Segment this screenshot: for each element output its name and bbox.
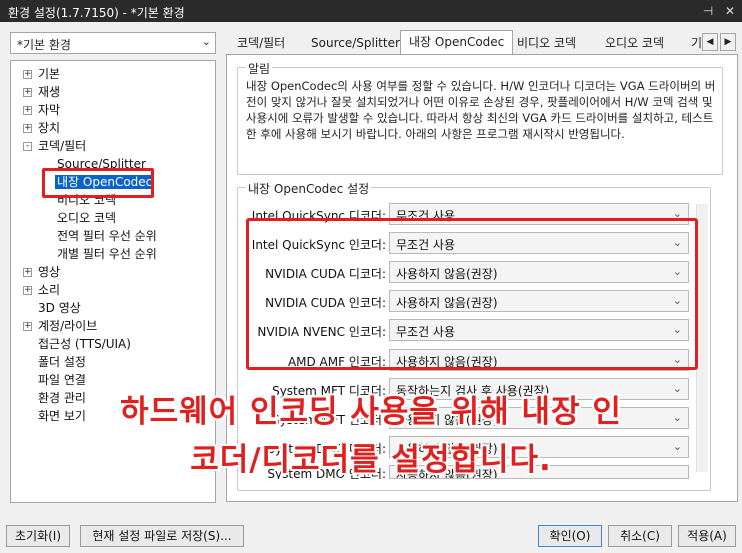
tree-item-video[interactable]: + 영상 (23, 263, 60, 281)
expand-icon[interactable]: + (23, 268, 32, 277)
caption-line-1: 하드웨어 인코딩 사용을 위해 내장 인 (120, 394, 622, 430)
expand-icon[interactable]: + (23, 106, 32, 115)
notice-group: 알림 내장 OpenCodec의 사용 여부를 정할 수 있습니다. H/W 인… (237, 60, 723, 175)
codec-settings-title: 내장 OpenCodec 설정 (246, 180, 372, 197)
title-bar: 환경 설정(1.7.7150) - *기본 환경 ⊣ ✕ (0, 0, 742, 22)
cancel-button[interactable]: 취소(C) (608, 525, 672, 547)
apply-button[interactable]: 적용(A) (678, 525, 736, 547)
tab-video-codec[interactable]: 비디오 코덱 (508, 33, 585, 54)
tree-item-codec-filter[interactable]: - 코덱/필터 (23, 137, 86, 155)
notice-title: 알림 (246, 60, 273, 77)
tab-codec-filter[interactable]: 코덱/필터 (228, 33, 294, 54)
tree-item-playback[interactable]: + 재생 (23, 83, 60, 101)
codec-rows-highlight (246, 218, 698, 370)
tab-scroll-right-icon[interactable]: ▶ (720, 33, 736, 51)
expand-icon[interactable]: + (23, 286, 32, 295)
tree-item-individual-filter-priority[interactable]: 개별 필터 우선 순위 (57, 245, 157, 263)
tree-item-folder-settings[interactable]: 폴더 설정 (38, 353, 86, 371)
reset-button[interactable]: 초기화(I) (6, 525, 70, 547)
tree-item-sound[interactable]: + 소리 (23, 281, 60, 299)
save-to-file-button[interactable]: 현재 설정 파일로 저장(S)... (80, 525, 244, 547)
tab-scroll-left-icon[interactable]: ◀ (702, 33, 718, 51)
tab-opencodec[interactable]: 내장 OpenCodec (400, 30, 514, 55)
expand-icon[interactable]: + (23, 124, 32, 133)
pin-icon[interactable]: ⊣ (700, 3, 716, 19)
profile-selected: *기본 환경 (17, 38, 71, 52)
caption-line-2: 코더/디코더를 설정합니다. (190, 442, 552, 478)
tab-strip: 코덱/필터 Source/Splitter 내장 OpenCodec 비디오 코… (226, 30, 740, 55)
chevron-down-icon: ⌄ (201, 35, 211, 48)
tree-selection-highlight (42, 168, 154, 198)
tree-item-global-filter-priority[interactable]: 전역 필터 우선 순위 (57, 227, 157, 245)
tree-item-account-live[interactable]: + 계정/라이브 (23, 317, 97, 335)
tree-item-3d-video[interactable]: 3D 영상 (38, 299, 81, 317)
tree-item-devices[interactable]: + 장치 (23, 119, 60, 137)
close-icon[interactable]: ✕ (722, 3, 738, 19)
expand-icon[interactable]: + (23, 88, 32, 97)
ok-button[interactable]: 확인(O) (538, 525, 602, 547)
collapse-icon[interactable]: - (23, 142, 32, 151)
settings-window: *기본 환경 ⌄ + 기본 + 재생 + 자막 + 장치 - 코덱/필터 Source/S… (0, 22, 742, 553)
notice-text: 내장 OpenCodec의 사용 여부를 정할 수 있습니다. H/W 인코더나… (246, 79, 716, 141)
tree-item-audio-codec[interactable]: 오디오 코덱 (57, 209, 116, 227)
tree-item-basic[interactable]: + 기본 (23, 65, 60, 83)
profile-dropdown[interactable]: *기본 환경 ⌄ (10, 32, 216, 54)
expand-icon[interactable]: + (23, 70, 32, 79)
window-title: 환경 설정(1.7.7150) - *기본 환경 (8, 6, 185, 20)
tree-item-accessibility[interactable]: 접근성 (TTS/UIA) (38, 335, 131, 353)
expand-icon[interactable]: + (23, 322, 32, 331)
tree-item-subtitles[interactable]: + 자막 (23, 101, 60, 119)
tab-audio-codec[interactable]: 오디오 코덱 (596, 33, 673, 54)
tab-source-splitter[interactable]: Source/Splitter (302, 33, 409, 54)
